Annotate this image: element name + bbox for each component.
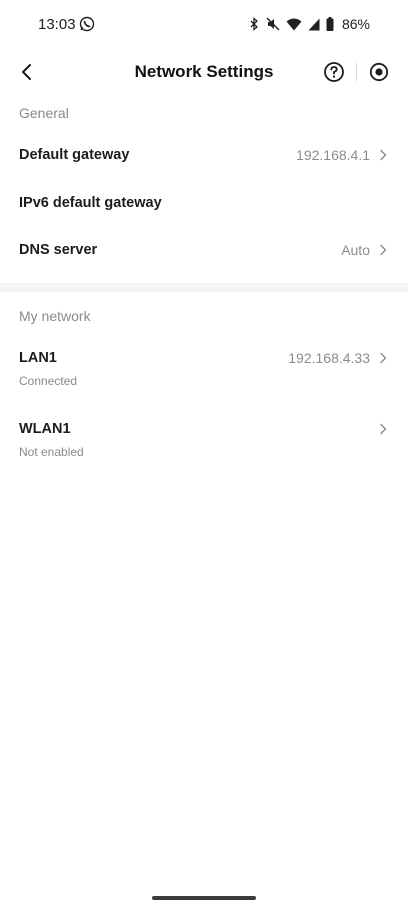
battery-percentage: 86% bbox=[341, 16, 370, 32]
chevron-right-icon bbox=[380, 423, 387, 435]
row-subtitle: Connected bbox=[19, 374, 78, 388]
page-title: Network Settings bbox=[134, 62, 274, 81]
section-divider bbox=[0, 283, 408, 292]
question-circle-icon bbox=[324, 62, 344, 82]
row-value: Auto bbox=[341, 242, 370, 258]
battery-icon bbox=[326, 17, 334, 31]
record-button[interactable] bbox=[369, 62, 389, 82]
status-bar: 13:03 86% bbox=[0, 0, 408, 48]
chevron-right-icon bbox=[380, 352, 387, 364]
status-time: 13:03 bbox=[38, 16, 76, 33]
row-dns-server[interactable]: DNS server Auto bbox=[0, 229, 408, 273]
wifi-icon bbox=[286, 18, 302, 31]
network-settings-screen: 13:03 86% Network Settings General Defau… bbox=[0, 0, 408, 910]
row-subtitle: Not enabled bbox=[19, 445, 84, 459]
row-default-gateway[interactable]: Default gateway 192.168.4.1 bbox=[0, 134, 408, 178]
row-title: LAN1 bbox=[19, 350, 57, 366]
header-divider bbox=[356, 63, 357, 81]
section-label-general: General bbox=[19, 105, 69, 121]
row-value: 192.168.4.1 bbox=[296, 147, 370, 163]
app-header: Network Settings bbox=[0, 52, 408, 92]
row-title: Default gateway bbox=[19, 147, 130, 163]
signal-icon bbox=[308, 18, 320, 31]
row-value: 192.168.4.33 bbox=[288, 350, 370, 366]
record-circle-icon bbox=[369, 62, 389, 82]
row-title: IPv6 default gateway bbox=[19, 195, 162, 211]
row-title: DNS server bbox=[19, 242, 98, 258]
status-icons: 86% bbox=[248, 15, 370, 33]
row-wlan1[interactable]: WLAN1 Not enabled bbox=[0, 411, 408, 463]
help-button[interactable] bbox=[323, 61, 345, 83]
row-title: WLAN1 bbox=[19, 421, 71, 437]
chevron-right-icon bbox=[380, 149, 387, 161]
row-ipv6-default-gateway[interactable]: IPv6 default gateway bbox=[0, 182, 408, 226]
bluetooth-icon bbox=[248, 17, 260, 31]
mute-icon bbox=[266, 17, 280, 31]
row-lan1[interactable]: LAN1 Connected 192.168.4.33 bbox=[0, 340, 408, 392]
home-indicator[interactable] bbox=[152, 896, 256, 900]
whatsapp-icon bbox=[79, 16, 95, 32]
chevron-right-icon bbox=[380, 244, 387, 256]
section-label-my-network: My network bbox=[19, 308, 91, 324]
